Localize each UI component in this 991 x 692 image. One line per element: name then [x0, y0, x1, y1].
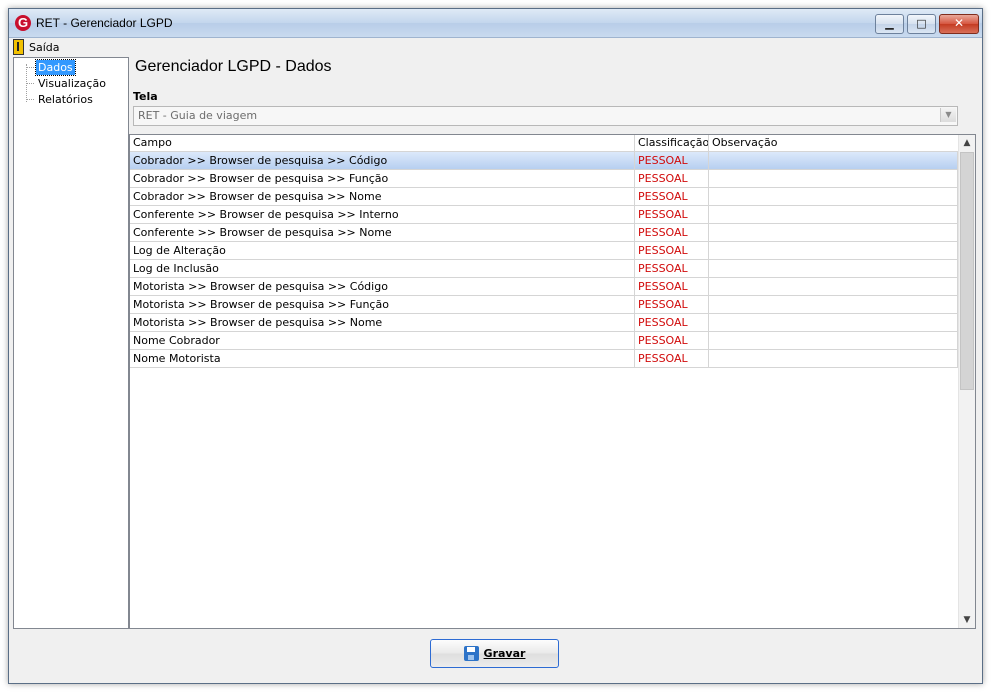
cell-observacao[interactable] [709, 188, 958, 205]
maximize-button[interactable]: □ [907, 14, 936, 34]
chevron-down-icon[interactable]: ▼ [959, 612, 975, 628]
save-button[interactable]: Gravar [430, 639, 559, 668]
cell-observacao[interactable] [709, 206, 958, 223]
page-title: Gerenciador LGPD - Dados [135, 58, 332, 75]
cell-classificacao[interactable]: PESSOAL [635, 188, 709, 205]
save-button-label: Gravar [483, 647, 526, 660]
tree-connector-tick [26, 99, 34, 100]
column-header-campo[interactable]: Campo [130, 135, 635, 151]
cell-classificacao[interactable]: PESSOAL [635, 260, 709, 277]
cell-campo: Conferente >> Browser de pesquisa >> Nom… [130, 224, 635, 241]
cell-observacao[interactable] [709, 260, 958, 277]
table-row[interactable]: Cobrador >> Browser de pesquisa >> Nome … [130, 188, 958, 206]
cell-classificacao[interactable]: PESSOAL [635, 206, 709, 223]
window-title: RET - Gerenciador LGPD [36, 16, 173, 30]
tree-connector-tick [26, 67, 34, 68]
table-row[interactable]: Log de Inclusão PESSOAL [130, 260, 958, 278]
scrollbar-thumb[interactable] [960, 152, 974, 390]
screen-select[interactable]: RET - Guia de viagem ▼ [133, 106, 958, 126]
cell-campo: Motorista >> Browser de pesquisa >> Nome [130, 314, 635, 331]
table-row[interactable]: Motorista >> Browser de pesquisa >> Códi… [130, 278, 958, 296]
table-header: Campo Classificação Observação [130, 135, 958, 152]
app-logo-icon: G [15, 15, 31, 31]
cell-campo: Conferente >> Browser de pesquisa >> Int… [130, 206, 635, 223]
fields-table: Campo Classificação Observação Cobrador … [129, 134, 976, 629]
cell-observacao[interactable] [709, 314, 958, 331]
table-row[interactable]: Conferente >> Browser de pesquisa >> Int… [130, 206, 958, 224]
cell-campo: Cobrador >> Browser de pesquisa >> Funçã… [130, 170, 635, 187]
menu-item-exit[interactable]: Saída [13, 39, 60, 55]
cell-classificacao[interactable]: PESSOAL [635, 278, 709, 295]
cell-classificacao[interactable]: PESSOAL [635, 332, 709, 349]
cell-observacao[interactable] [709, 278, 958, 295]
column-header-observacao[interactable]: Observação [709, 135, 958, 151]
close-button[interactable]: ✕ [939, 14, 979, 34]
screen-label: Tela [133, 90, 158, 103]
cell-observacao[interactable] [709, 224, 958, 241]
table-row[interactable]: Log de Alteração PESSOAL [130, 242, 958, 260]
tree-item-relatorios[interactable]: Relatórios [36, 92, 95, 107]
main-window: G RET - Gerenciador LGPD ▁ □ ✕ Saída Dad… [8, 8, 983, 684]
chevron-up-icon[interactable]: ▲ [959, 135, 975, 151]
cell-campo: Cobrador >> Browser de pesquisa >> Códig… [130, 152, 635, 169]
menu-item-exit-label: Saída [29, 40, 60, 54]
menu-bar: Saída [9, 38, 982, 56]
maximize-icon: □ [916, 17, 927, 30]
chevron-down-icon[interactable]: ▼ [940, 108, 956, 122]
table-vertical-scrollbar[interactable]: ▲ ▼ [958, 135, 975, 628]
table-row[interactable]: Cobrador >> Browser de pesquisa >> Códig… [130, 152, 958, 170]
cell-observacao[interactable] [709, 242, 958, 259]
cell-classificacao[interactable]: PESSOAL [635, 350, 709, 367]
table-row[interactable]: Nome Cobrador PESSOAL [130, 332, 958, 350]
table-row[interactable]: Conferente >> Browser de pesquisa >> Nom… [130, 224, 958, 242]
cell-observacao[interactable] [709, 152, 958, 169]
cell-campo: Nome Motorista [130, 350, 635, 367]
exit-door-icon [13, 39, 24, 55]
cell-observacao[interactable] [709, 170, 958, 187]
cell-classificacao[interactable]: PESSOAL [635, 224, 709, 241]
cell-campo: Motorista >> Browser de pesquisa >> Funç… [130, 296, 635, 313]
cell-campo: Cobrador >> Browser de pesquisa >> Nome [130, 188, 635, 205]
cell-campo: Log de Inclusão [130, 260, 635, 277]
cell-classificacao[interactable]: PESSOAL [635, 242, 709, 259]
cell-campo: Log de Alteração [130, 242, 635, 259]
minimize-icon: ▁ [885, 17, 894, 30]
action-bar: Gravar [9, 630, 982, 682]
cell-campo: Nome Cobrador [130, 332, 635, 349]
cell-observacao[interactable] [709, 332, 958, 349]
title-bar[interactable]: G RET - Gerenciador LGPD ▁ □ ✕ [9, 9, 982, 38]
cell-observacao[interactable] [709, 350, 958, 367]
close-icon: ✕ [953, 16, 965, 30]
table-row[interactable]: Motorista >> Browser de pesquisa >> Nome… [130, 314, 958, 332]
tree-item-dados[interactable]: Dados [35, 59, 76, 76]
cell-classificacao[interactable]: PESSOAL [635, 314, 709, 331]
tree-connector-tick [26, 83, 34, 84]
cell-classificacao[interactable]: PESSOAL [635, 296, 709, 313]
column-header-classificacao[interactable]: Classificação [635, 135, 709, 151]
navigation-tree: Dados Visualização Relatórios [13, 57, 129, 629]
cell-classificacao[interactable]: PESSOAL [635, 170, 709, 187]
table-row[interactable]: Motorista >> Browser de pesquisa >> Funç… [130, 296, 958, 314]
cell-campo: Motorista >> Browser de pesquisa >> Códi… [130, 278, 635, 295]
table-row[interactable]: Cobrador >> Browser de pesquisa >> Funçã… [130, 170, 958, 188]
floppy-disk-icon [463, 646, 479, 661]
table-row[interactable]: Nome Motorista PESSOAL [130, 350, 958, 368]
screen-select-value: RET - Guia de viagem [138, 109, 258, 122]
tree-item-visualizacao[interactable]: Visualização [36, 76, 108, 91]
cell-classificacao[interactable]: PESSOAL [635, 152, 709, 169]
cell-observacao[interactable] [709, 296, 958, 313]
minimize-button[interactable]: ▁ [875, 14, 904, 34]
